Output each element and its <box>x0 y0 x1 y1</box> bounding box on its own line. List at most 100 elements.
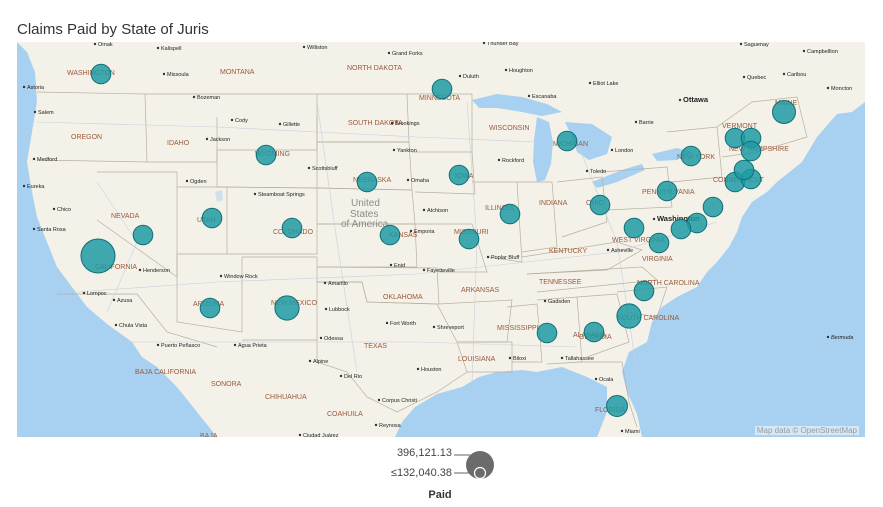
region-label: MISSISSIPPI <box>497 325 539 332</box>
claims-bubble-delaware[interactable] <box>702 196 724 218</box>
city-dot <box>409 229 413 233</box>
country-label: United <box>351 198 380 209</box>
city-label: Gadsden <box>548 299 570 305</box>
region-label: MONTANA <box>220 69 255 76</box>
claims-bubble-pennsylvania[interactable] <box>656 180 678 202</box>
city-dot <box>307 166 311 170</box>
region-label: INDIANA <box>539 200 568 207</box>
claims-bubble-michigan[interactable] <box>556 130 578 152</box>
city-label: Salem <box>38 110 54 116</box>
city-label: Steamboat Springs <box>258 192 305 198</box>
city-label: Alpine <box>313 359 328 365</box>
city-label: Bozeman <box>197 95 220 101</box>
city-label: Kalispell <box>161 46 181 52</box>
claims-bubble-illinois[interactable] <box>499 203 521 225</box>
city-dot <box>32 157 36 161</box>
claims-bubble-kentucky[interactable] <box>623 217 645 239</box>
claims-bubble-virginia[interactable] <box>670 218 692 240</box>
city-dot <box>82 291 86 295</box>
city-dot <box>594 377 598 381</box>
city-dot <box>385 321 389 325</box>
city-label: Rockford <box>502 158 524 164</box>
region-label: BAJA <box>200 433 218 437</box>
city-dot <box>652 217 656 221</box>
city-label: Azusa <box>117 298 133 304</box>
city-label: Cody <box>235 118 248 124</box>
city-label: Missoula <box>167 72 190 78</box>
claims-bubble-iowa[interactable] <box>448 164 470 186</box>
claims-bubble-nevada[interactable] <box>132 224 154 246</box>
map-view[interactable]: WASHINGTONMONTANANORTH DAKOTAMINNESOTAOR… <box>17 42 865 437</box>
region-label: OREGON <box>71 134 102 141</box>
city-dot <box>739 42 743 46</box>
city-label: Enid <box>394 263 405 269</box>
city-dot <box>486 255 490 259</box>
city-label: Caribou <box>787 72 806 78</box>
city-dot <box>233 343 237 347</box>
city-label: Biloxi <box>513 356 526 362</box>
claims-bubble-arizona[interactable] <box>199 297 221 319</box>
city-dot <box>138 268 142 272</box>
claims-bubble-massachusetts[interactable] <box>740 140 762 162</box>
claims-bubble-colorado[interactable] <box>281 217 303 239</box>
city-label: Santa Rosa <box>37 227 67 233</box>
city-label: Campbellton <box>807 49 838 55</box>
city-label: Elliot Lake <box>593 81 618 87</box>
claims-bubble-wyoming[interactable] <box>255 144 277 166</box>
city-label: Puerto Peñasco <box>161 343 200 349</box>
claims-bubble-alabama[interactable] <box>536 322 558 344</box>
claims-bubble-nebraska[interactable] <box>356 171 378 193</box>
city-dot <box>308 359 312 363</box>
claims-bubble-new-jersey[interactable] <box>733 159 755 181</box>
region-label: NORTH DAKOTA <box>347 65 402 72</box>
city-dot <box>52 207 56 211</box>
region-label: IDAHO <box>167 140 190 147</box>
claims-bubble-kansas[interactable] <box>379 224 401 246</box>
claims-bubble-california[interactable] <box>80 238 116 274</box>
claims-bubble-utah[interactable] <box>201 207 223 229</box>
city-dot <box>432 325 436 329</box>
map-canvas[interactable]: WASHINGTONMONTANANORTH DAKOTAMINNESOTAOR… <box>17 42 865 437</box>
city-dot <box>93 42 97 46</box>
city-dot <box>422 208 426 212</box>
city-label: Fayetteville <box>427 268 455 274</box>
city-label: Houston <box>421 367 442 373</box>
city-label: Lubbock <box>329 307 350 313</box>
city-dot <box>504 68 508 72</box>
city-dot <box>392 148 396 152</box>
city-dot <box>374 423 378 427</box>
claims-bubble-ohio[interactable] <box>589 194 611 216</box>
city-dot <box>826 86 830 90</box>
city-dot <box>543 299 547 303</box>
claims-bubble-missouri[interactable] <box>458 228 480 250</box>
city-label: Omaha <box>411 178 430 184</box>
claims-bubble-georgia[interactable] <box>583 321 605 343</box>
region-label: KENTUCKY <box>549 248 587 255</box>
city-dot <box>416 367 420 371</box>
city-dot <box>156 343 160 347</box>
claims-bubble-florida[interactable] <box>606 395 628 417</box>
city-dot <box>497 158 501 162</box>
claims-bubble-maine[interactable] <box>772 100 796 124</box>
city-label: Shreveport <box>437 325 464 331</box>
claims-bubble-washington[interactable] <box>90 63 112 85</box>
city-dot <box>278 122 282 126</box>
region-label: OKLAHOMA <box>383 294 423 301</box>
region-label: CHIHUAHUA <box>265 394 307 401</box>
legend-max-label: 396,121.13 <box>396 447 452 459</box>
claims-bubble-south-carolina[interactable] <box>616 303 642 329</box>
claims-bubble-north-carolina[interactable] <box>633 280 655 302</box>
city-dot <box>302 45 306 49</box>
city-dot <box>114 323 118 327</box>
claims-bubble-new-mexico[interactable] <box>274 295 300 321</box>
city-dot <box>253 192 257 196</box>
claims-bubble-new-york[interactable] <box>680 145 702 167</box>
city-dot <box>22 85 26 89</box>
city-dot <box>508 356 512 360</box>
city-label: Toledo <box>590 169 606 175</box>
city-dot <box>610 148 614 152</box>
claims-bubble-west-virginia[interactable] <box>648 232 670 254</box>
city-label: Williston <box>307 45 327 51</box>
region-label: NEVADA <box>111 213 140 220</box>
claims-bubble-minnesota[interactable] <box>431 78 453 100</box>
